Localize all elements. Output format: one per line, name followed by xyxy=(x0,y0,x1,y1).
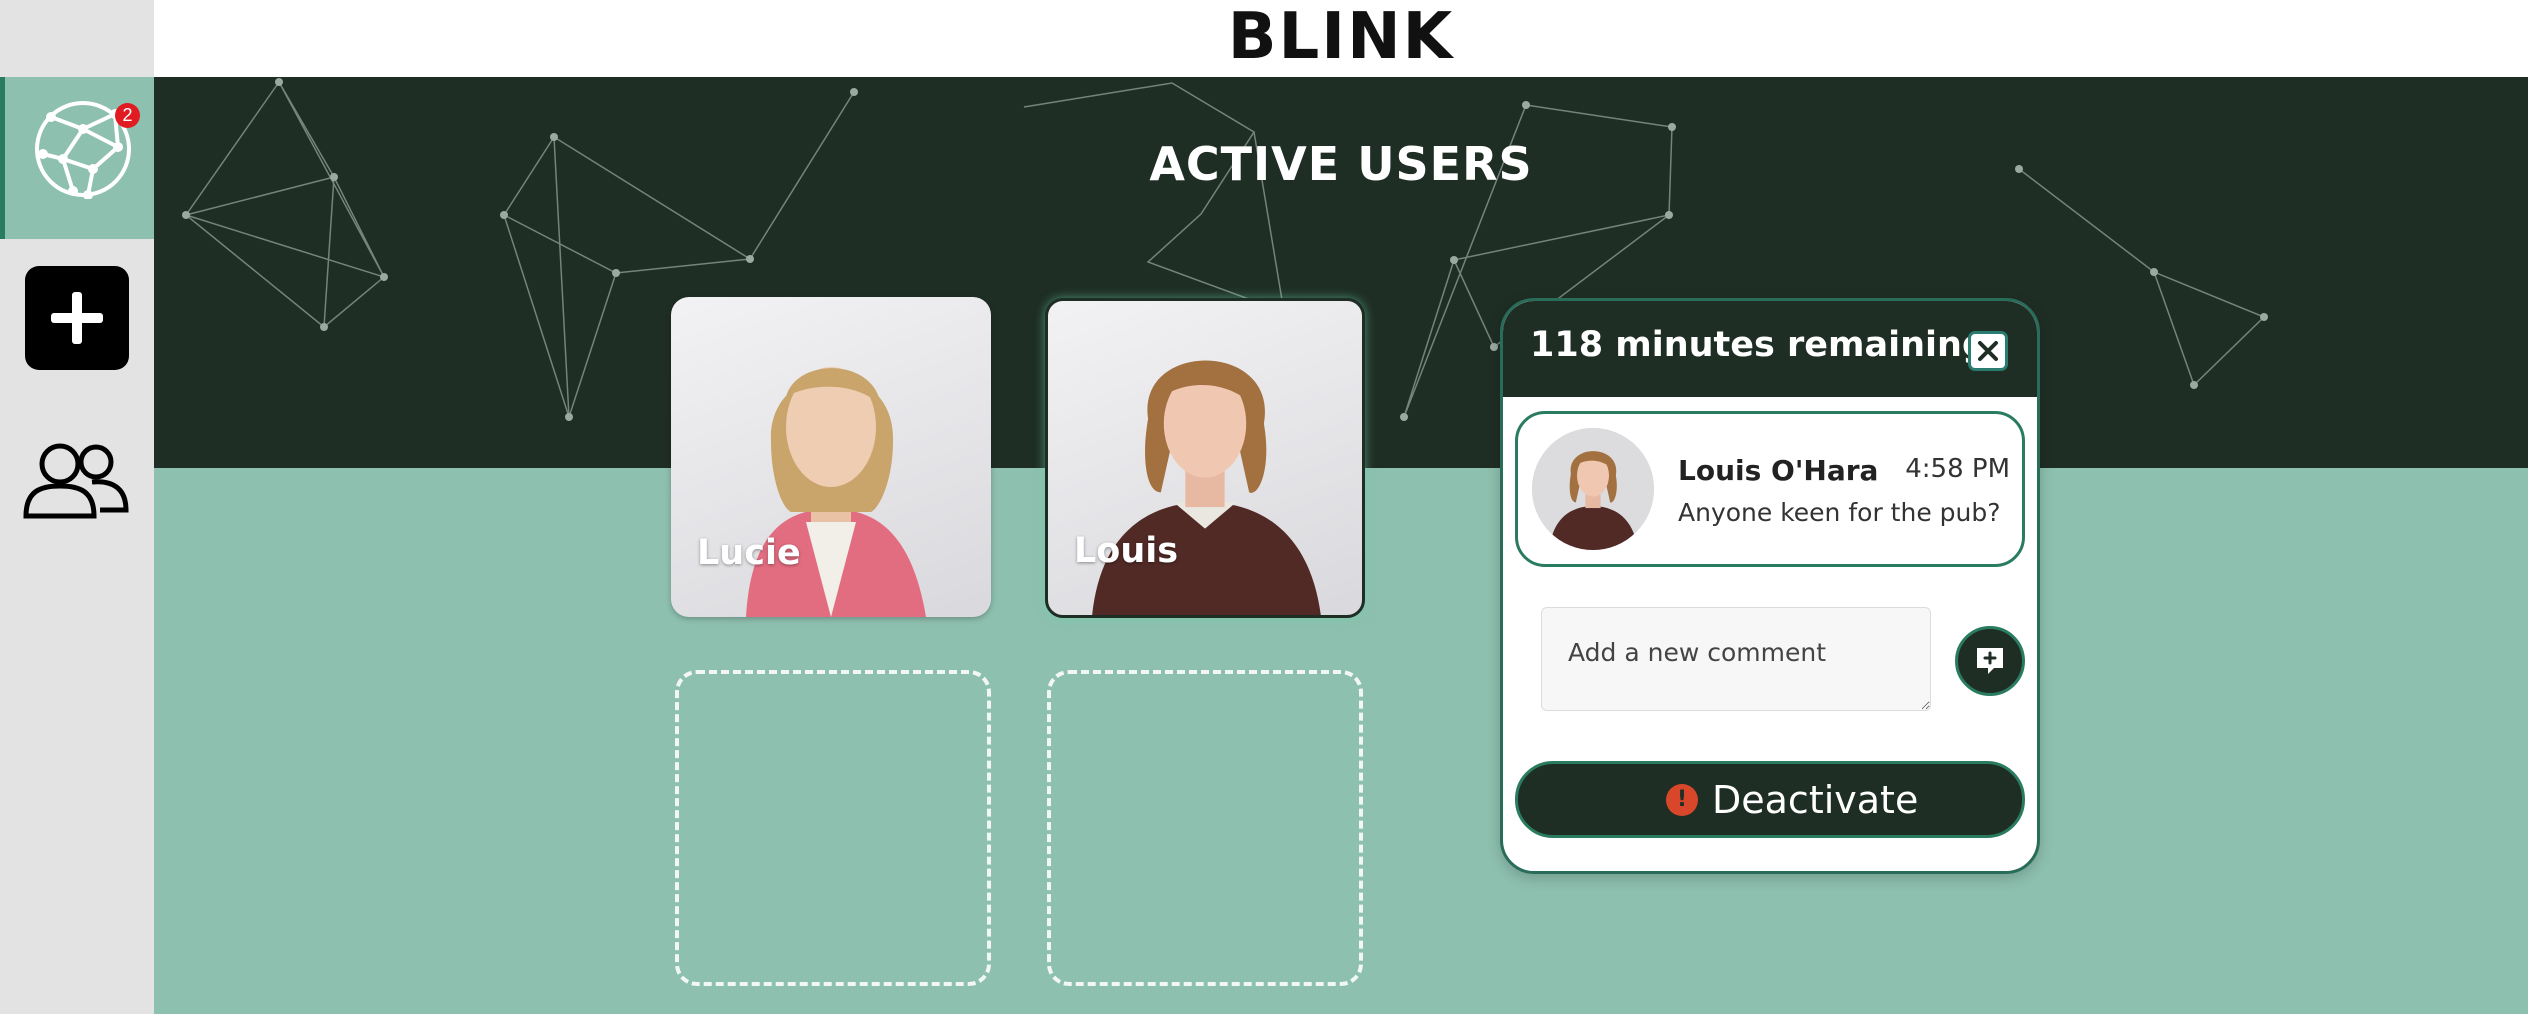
close-button[interactable] xyxy=(1968,331,2008,371)
user-card-name: Louis xyxy=(1074,531,1179,571)
message-text: Anyone keen for the pub? xyxy=(1678,498,2001,527)
message-timestamp: 4:58 PM xyxy=(1905,454,2010,484)
close-icon xyxy=(1978,341,1998,361)
users-icon[interactable] xyxy=(22,440,132,520)
add-comment-icon xyxy=(1977,648,2003,674)
sidebar-item-add[interactable] xyxy=(25,266,129,370)
user-card-lucie[interactable]: Lucie xyxy=(671,297,991,617)
user-card-name: Lucie xyxy=(697,533,801,573)
session-panel: 118 minutes remaining Louis O'Hara 4:58 … xyxy=(1500,298,2040,874)
deactivate-label: Deactivate xyxy=(1712,778,1919,822)
add-comment-button[interactable] xyxy=(1955,626,2025,696)
user-card-louis[interactable]: Louis xyxy=(1045,298,1365,618)
time-remaining: 118 minutes remaining xyxy=(1530,325,1987,365)
page-title: ACTIVE USERS xyxy=(1149,137,1533,191)
plus-icon xyxy=(51,292,103,344)
notification-badge: 2 xyxy=(115,103,140,128)
panel-header: 118 minutes remaining xyxy=(1503,301,2037,397)
empty-user-slot xyxy=(1047,670,1363,986)
top-bar: BLINK xyxy=(154,0,2528,77)
deactivate-button[interactable]: ! Deactivate xyxy=(1515,761,2025,838)
logo: BLINK xyxy=(1227,0,1455,74)
sidebar: 2 xyxy=(0,0,154,1014)
message-author: Louis O'Hara xyxy=(1678,454,1879,487)
comment-input[interactable] xyxy=(1541,607,1931,711)
sidebar-item-network[interactable] xyxy=(0,77,154,239)
avatar xyxy=(1532,428,1654,550)
empty-user-slot xyxy=(675,670,991,986)
chat-message: Louis O'Hara 4:58 PM Anyone keen for the… xyxy=(1515,411,2025,567)
warning-icon: ! xyxy=(1666,784,1698,816)
